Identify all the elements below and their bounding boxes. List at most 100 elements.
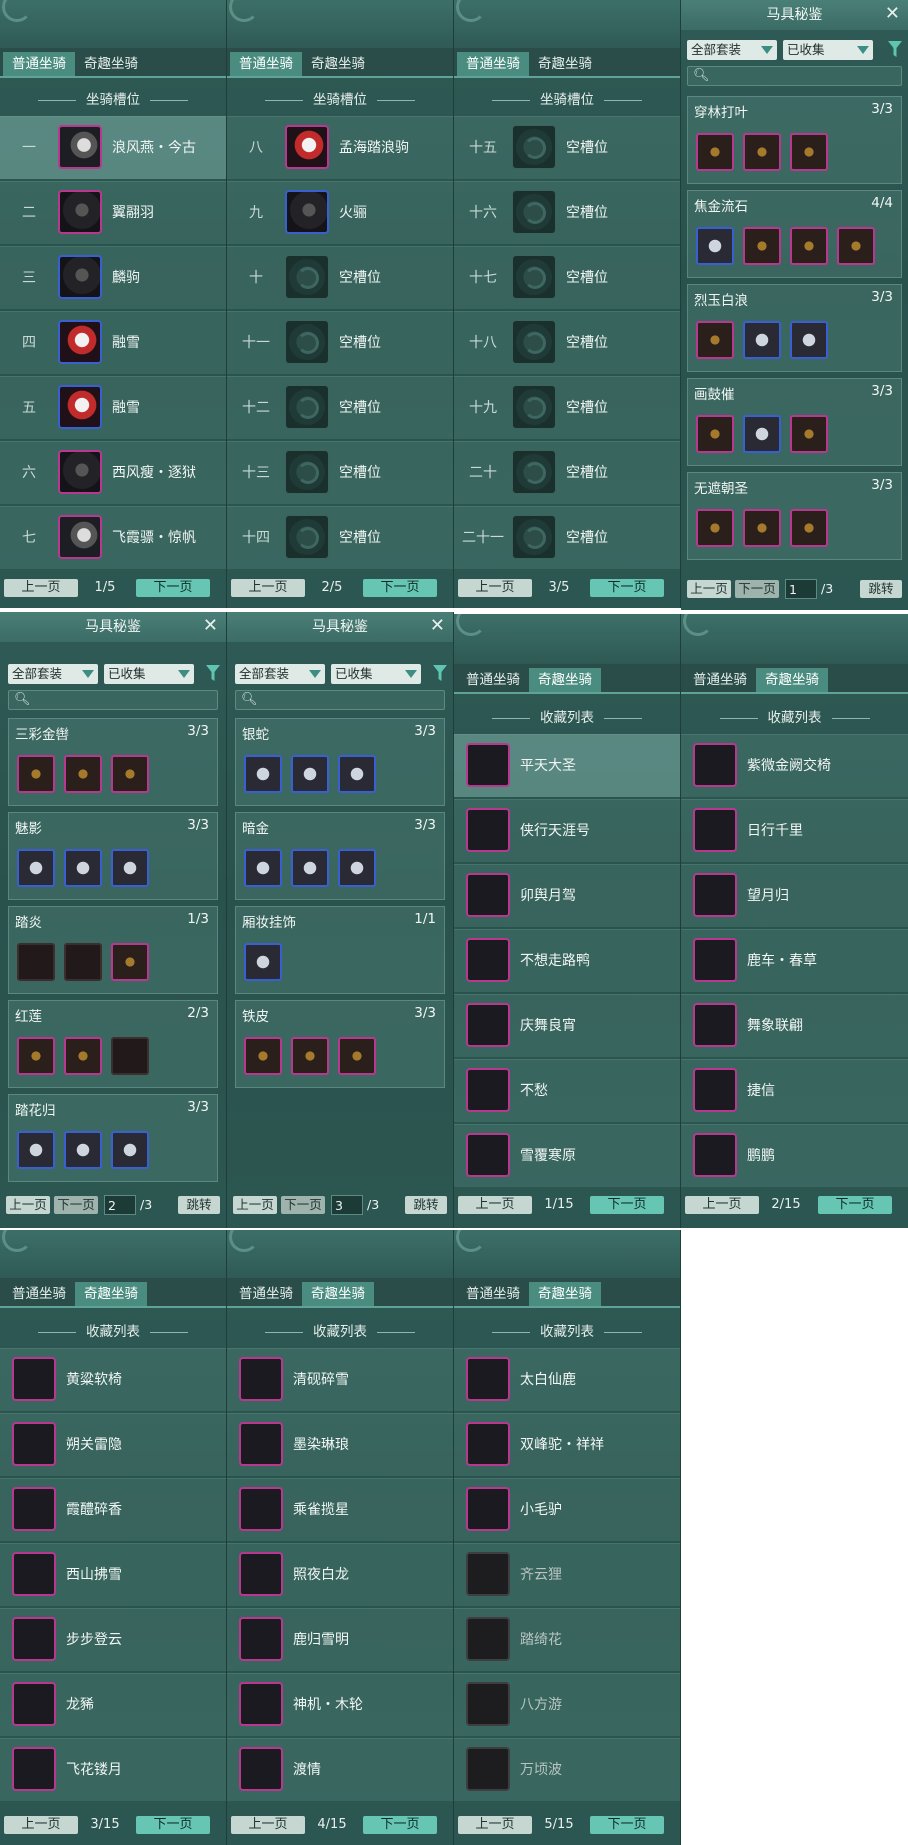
next-page-button[interactable]: 下一页 xyxy=(136,579,210,597)
close-icon[interactable]: ✕ xyxy=(203,616,218,636)
next-page-button[interactable]: 下一页 xyxy=(590,579,664,597)
collection-row[interactable]: 飞花镂月 xyxy=(0,1738,226,1801)
saddle-item-icon[interactable] xyxy=(111,943,149,981)
filter-funnel-icon[interactable] xyxy=(433,665,447,682)
saddle-set[interactable]: 红莲 2/3 xyxy=(8,1000,218,1088)
page-number-input[interactable]: 1 xyxy=(785,579,817,599)
next-page-button[interactable]: 下一页 xyxy=(818,1196,892,1214)
collection-row[interactable]: 捷信 xyxy=(681,1059,908,1122)
next-page-button[interactable]: 下一页 xyxy=(54,1196,98,1214)
saddle-item-icon[interactable] xyxy=(111,1037,149,1075)
saddle-set[interactable]: 烈玉白浪 3/3 xyxy=(687,284,902,372)
saddle-item-icon[interactable] xyxy=(64,1037,102,1075)
saddle-item-icon[interactable] xyxy=(17,849,55,887)
slot-row[interactable]: 二十一 空槽位 xyxy=(454,506,680,569)
tab-odd-mount[interactable]: 奇趣坐骑 xyxy=(302,52,374,76)
next-page-button[interactable]: 下一页 xyxy=(590,1196,664,1214)
slot-row[interactable]: 四 融雪 xyxy=(0,311,226,374)
saddle-item-icon[interactable] xyxy=(291,1037,329,1075)
saddle-set[interactable]: 魅影 3/3 xyxy=(8,812,218,900)
saddle-item-icon[interactable] xyxy=(17,755,55,793)
saddle-item-icon[interactable] xyxy=(790,509,828,547)
saddle-item-icon[interactable] xyxy=(244,849,282,887)
slot-row[interactable]: 九 火骊 xyxy=(227,181,453,244)
saddle-set[interactable]: 无遮朝圣 3/3 xyxy=(687,472,902,560)
next-page-button[interactable]: 下一页 xyxy=(363,579,437,597)
saddle-item-icon[interactable] xyxy=(696,133,734,171)
saddle-set[interactable]: 厢妆挂饰 1/1 xyxy=(235,906,445,994)
set-filter-dropdown[interactable]: 全部套装 xyxy=(8,664,98,684)
saddle-item-icon[interactable] xyxy=(111,1131,149,1169)
page-number-input[interactable]: 2 xyxy=(104,1195,136,1215)
slot-row[interactable]: 十五 空槽位 xyxy=(454,116,680,179)
slot-row[interactable]: 一 浪风燕・今古 xyxy=(0,116,226,179)
collection-row[interactable]: 霞醴碎香 xyxy=(0,1478,226,1541)
tab-normal-mount[interactable]: 普通坐骑 xyxy=(684,668,756,692)
set-filter-dropdown[interactable]: 全部套装 xyxy=(687,40,777,60)
collection-row[interactable]: 渡情 xyxy=(227,1738,453,1801)
collection-row[interactable]: 八方游 xyxy=(454,1673,680,1736)
prev-page-button[interactable]: 上一页 xyxy=(231,1816,305,1834)
prev-page-button[interactable]: 上一页 xyxy=(6,1196,50,1214)
collection-row[interactable]: 庆舞良宵 xyxy=(454,994,680,1057)
owned-filter-dropdown[interactable]: 已收集 xyxy=(331,664,421,684)
slot-row[interactable]: 十三 空槽位 xyxy=(227,441,453,504)
collection-row[interactable]: 黄粱软椅 xyxy=(0,1348,226,1411)
saddle-item-icon[interactable] xyxy=(64,849,102,887)
owned-filter-dropdown[interactable]: 已收集 xyxy=(104,664,194,684)
collection-row[interactable]: 神机・木轮 xyxy=(227,1673,453,1736)
tab-odd-mount[interactable]: 奇趣坐骑 xyxy=(529,1282,601,1306)
slot-row[interactable]: 三 麟驹 xyxy=(0,246,226,309)
saddle-set[interactable]: 铁皮 3/3 xyxy=(235,1000,445,1088)
tab-normal-mount[interactable]: 普通坐骑 xyxy=(457,52,529,76)
prev-page-button[interactable]: 上一页 xyxy=(458,1816,532,1834)
prev-page-button[interactable]: 上一页 xyxy=(685,1196,759,1214)
saddle-set[interactable]: 三彩金辔 3/3 xyxy=(8,718,218,806)
jump-button[interactable]: 跳转 xyxy=(405,1196,447,1214)
search-input[interactable]: 🔍︎ xyxy=(8,690,218,710)
filter-funnel-icon[interactable] xyxy=(888,41,902,58)
collection-row[interactable]: 卯舆月驾 xyxy=(454,864,680,927)
search-input[interactable]: 🔍︎ xyxy=(235,690,445,710)
saddle-item-icon[interactable] xyxy=(244,943,282,981)
saddle-item-icon[interactable] xyxy=(64,755,102,793)
collection-row[interactable]: 不愁 xyxy=(454,1059,680,1122)
collection-row[interactable]: 舞象联翩 xyxy=(681,994,908,1057)
tab-normal-mount[interactable]: 普通坐骑 xyxy=(230,1282,302,1306)
collection-row[interactable]: 雪覆寒原 xyxy=(454,1124,680,1187)
saddle-item-icon[interactable] xyxy=(743,415,781,453)
saddle-item-icon[interactable] xyxy=(17,1131,55,1169)
saddle-item-icon[interactable] xyxy=(64,943,102,981)
collection-row[interactable]: 平天大圣 xyxy=(454,734,680,797)
saddle-item-icon[interactable] xyxy=(743,321,781,359)
collection-row[interactable]: 齐云狸 xyxy=(454,1543,680,1606)
collection-row[interactable]: 日行千里 xyxy=(681,799,908,862)
next-page-button[interactable]: 下一页 xyxy=(363,1816,437,1834)
saddle-item-icon[interactable] xyxy=(743,227,781,265)
collection-row[interactable]: 紫微金阙交椅 xyxy=(681,734,908,797)
slot-row[interactable]: 十六 空槽位 xyxy=(454,181,680,244)
saddle-set[interactable]: 焦金流石 4/4 xyxy=(687,190,902,278)
saddle-item-icon[interactable] xyxy=(291,755,329,793)
saddle-item-icon[interactable] xyxy=(696,509,734,547)
next-page-button[interactable]: 下一页 xyxy=(735,580,779,598)
saddle-item-icon[interactable] xyxy=(790,133,828,171)
slot-row[interactable]: 十 空槽位 xyxy=(227,246,453,309)
collection-row[interactable]: 望月归 xyxy=(681,864,908,927)
slot-row[interactable]: 八 孟海踏浪驹 xyxy=(227,116,453,179)
slot-row[interactable]: 七 飞霞骠・惊帆 xyxy=(0,506,226,569)
collection-row[interactable]: 墨染琳琅 xyxy=(227,1413,453,1476)
saddle-set[interactable]: 穿林打叶 3/3 xyxy=(687,96,902,184)
tab-odd-mount[interactable]: 奇趣坐骑 xyxy=(75,1282,147,1306)
tab-normal-mount[interactable]: 普通坐骑 xyxy=(457,1282,529,1306)
saddle-item-icon[interactable] xyxy=(790,227,828,265)
prev-page-button[interactable]: 上一页 xyxy=(233,1196,277,1214)
next-page-button[interactable]: 下一页 xyxy=(136,1816,210,1834)
saddle-set[interactable]: 暗金 3/3 xyxy=(235,812,445,900)
collection-row[interactable]: 鹿车・春草 xyxy=(681,929,908,992)
saddle-item-icon[interactable] xyxy=(338,755,376,793)
tab-normal-mount[interactable]: 普通坐骑 xyxy=(230,52,302,76)
collection-row[interactable]: 乘雀揽星 xyxy=(227,1478,453,1541)
collection-row[interactable]: 鹏鹏 xyxy=(681,1124,908,1187)
tab-odd-mount[interactable]: 奇趣坐骑 xyxy=(529,668,601,692)
